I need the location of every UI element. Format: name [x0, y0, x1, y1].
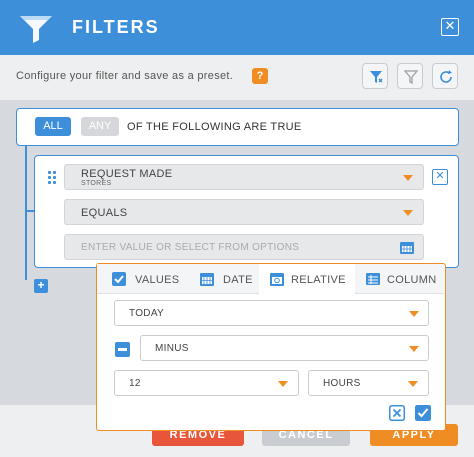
value-options-popover: VALUES DATE RELATIVE COLUMN TODAY MINUS … — [96, 263, 446, 431]
close-icon[interactable]: ✕ — [441, 18, 459, 36]
tab-column[interactable]: COLUMN — [355, 264, 444, 294]
drag-handle-icon[interactable] — [48, 171, 56, 185]
funnel-icon — [20, 16, 52, 43]
tab-relative-label: RELATIVE — [291, 274, 346, 286]
chevron-down-icon — [408, 381, 418, 387]
refresh-button[interactable] — [432, 63, 458, 89]
filters-header: FILTERS ✕ — [0, 0, 474, 55]
filter-description: Configure your filter and save as a pres… — [16, 70, 234, 82]
chevron-down-icon — [278, 381, 288, 387]
any-toggle[interactable]: ANY — [81, 117, 119, 136]
popover-tabs: VALUES DATE RELATIVE COLUMN — [97, 264, 444, 294]
filter-clear-button[interactable] — [397, 63, 423, 89]
help-icon[interactable]: ? — [252, 68, 268, 84]
rule-group-text: OF THE FOLLOWING ARE TRUE — [127, 121, 302, 133]
rule-group-header: ALL ANY OF THE FOLLOWING ARE TRUE — [16, 108, 459, 146]
tab-values-label: VALUES — [135, 274, 180, 286]
chevron-down-icon — [403, 210, 413, 216]
minus-icon[interactable] — [115, 342, 130, 357]
tree-connector — [25, 146, 27, 280]
base-date-value: TODAY — [129, 308, 165, 319]
operator-dropdown[interactable]: MINUS — [140, 335, 429, 361]
refresh-icon — [440, 70, 452, 83]
add-condition-button[interactable]: + — [34, 279, 48, 293]
unit-select[interactable]: HOURS — [308, 370, 429, 396]
field-select-sublabel: STORES — [81, 180, 112, 187]
page-title: FILTERS — [72, 17, 160, 37]
field-select-label: REQUEST MADE — [81, 168, 173, 180]
calendar-relative-icon — [270, 273, 284, 286]
all-toggle[interactable]: ALL — [35, 117, 71, 136]
tab-date-label: DATE — [223, 274, 253, 286]
tab-values[interactable]: VALUES — [97, 264, 185, 294]
filter-add-button[interactable] — [362, 63, 388, 89]
chevron-down-icon — [409, 346, 419, 352]
amount-value: 12 — [129, 378, 141, 389]
confirm-check-icon[interactable] — [415, 405, 431, 421]
filter-clear-icon — [403, 70, 419, 85]
operator-value: MINUS — [155, 343, 189, 354]
checkbox-icon — [112, 272, 126, 286]
amount-select[interactable]: 12 — [114, 370, 299, 396]
cancel-x-icon[interactable] — [389, 405, 405, 421]
field-select[interactable]: REQUEST MADE STORES — [64, 164, 424, 190]
tab-date[interactable]: DATE — [185, 264, 259, 294]
filter-add-icon — [370, 71, 383, 83]
remove-condition-icon[interactable]: ✕ — [432, 169, 448, 185]
calendar-icon[interactable] — [399, 240, 415, 255]
value-input-placeholder: ENTER VALUE OR SELECT FROM OPTIONS — [81, 242, 300, 253]
base-date-select[interactable]: TODAY — [114, 300, 429, 326]
operator-select[interactable]: EQUALS — [64, 199, 424, 225]
operator-select-label: EQUALS — [81, 207, 128, 219]
table-icon — [366, 273, 380, 285]
value-input[interactable]: ENTER VALUE OR SELECT FROM OPTIONS — [64, 234, 424, 260]
unit-value: HOURS — [323, 378, 361, 389]
tab-column-label: COLUMN — [387, 274, 437, 286]
chevron-down-icon — [403, 175, 413, 181]
calendar-icon — [200, 273, 214, 286]
chevron-down-icon — [409, 311, 419, 317]
tab-relative[interactable]: RELATIVE — [259, 264, 355, 294]
